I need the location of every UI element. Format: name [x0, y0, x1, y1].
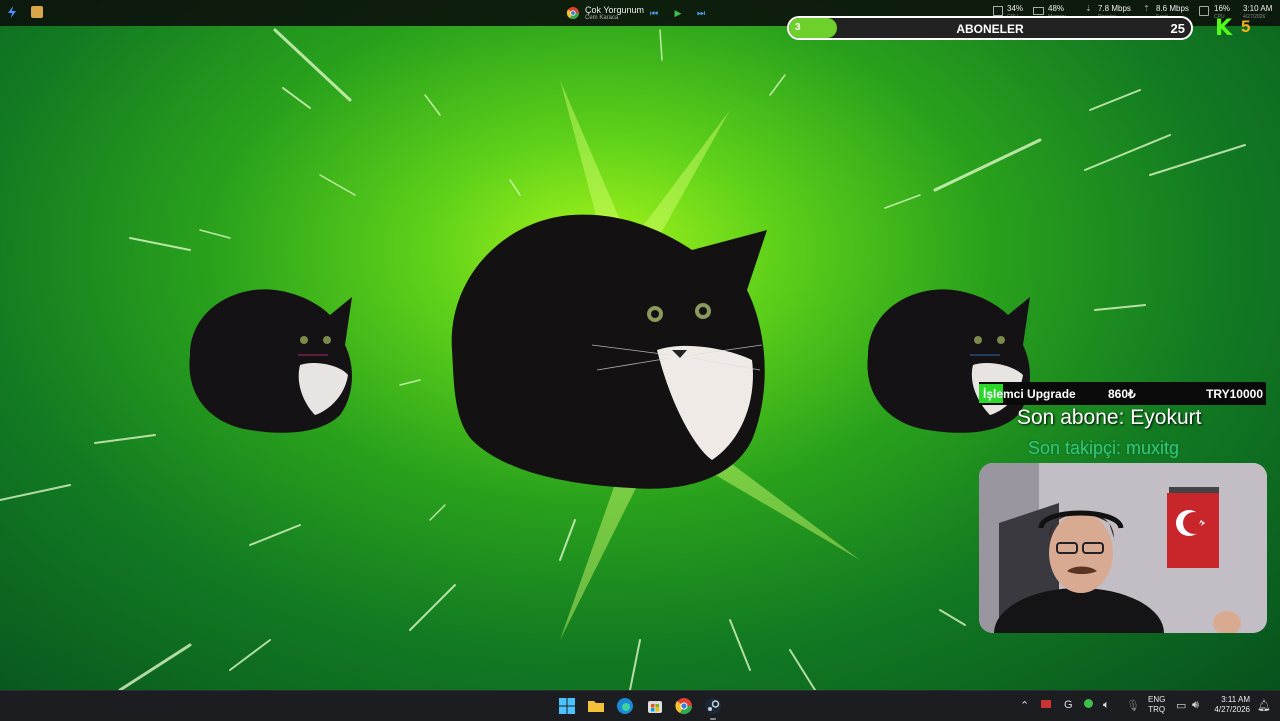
memory-icon	[1033, 7, 1044, 15]
subscriber-goal-title: ABONELER	[956, 22, 1024, 36]
steam-icon[interactable]	[703, 696, 723, 720]
kick-logo-icon: K	[1215, 16, 1233, 41]
kick-follower-count: 5	[1241, 17, 1251, 36]
streamer-webcam-image	[979, 463, 1267, 633]
volume-mixer-icon[interactable]: 🔈︎	[1103, 699, 1110, 712]
media-song-title: Çok Yorgunum	[585, 5, 645, 15]
tray-status-icon[interactable]	[1084, 699, 1093, 711]
webcam-feed	[979, 463, 1267, 633]
gpu-value: 34%	[1007, 4, 1024, 13]
taskbar-date: 4/27/2026	[1214, 705, 1250, 714]
notification-bell-icon[interactable]: 🔔︎	[1257, 699, 1271, 712]
last-subscriber: Son abone: Eyokurt	[1017, 406, 1202, 429]
app-tray-icon[interactable]	[31, 6, 43, 18]
file-explorer-icon[interactable]	[586, 696, 606, 716]
memory-value: 48%	[1048, 4, 1065, 13]
subscriber-goal-target: 25	[1170, 21, 1185, 36]
download-icon: ⇣	[1085, 4, 1092, 13]
tray-app-icon[interactable]	[1041, 699, 1051, 711]
play-icon[interactable]: ▶	[673, 8, 683, 19]
show-hidden-icons-chevron-icon[interactable]: ⌃	[1020, 699, 1029, 712]
ticker-goal: TRY10000	[1206, 387, 1263, 401]
receive-value: 7.8 Mbps	[1098, 4, 1131, 13]
chrome-icon[interactable]	[674, 696, 694, 716]
subscriber-goal-bar: 3 ABONELER 25	[787, 16, 1193, 40]
network-icon[interactable]: ▭	[1176, 699, 1186, 712]
cpu-icon	[1199, 6, 1209, 16]
cat-left	[189, 289, 352, 433]
media-artist: Cem Karaca	[585, 15, 619, 21]
donation-goal-ticker: İşlemci Upgrade 860₺ TRY10000	[979, 382, 1266, 405]
windows-taskbar: ⌃ G 🔈︎ 🎙︎ ENG TRQ ▭ 🔊︎ 3:11 AM 4/27/2026…	[0, 690, 1280, 721]
cat-right	[867, 289, 1030, 433]
store-icon[interactable]	[645, 696, 665, 716]
gpu-icon	[993, 6, 1003, 16]
bolt-icon[interactable]	[6, 6, 18, 18]
upload-icon: ⇡	[1143, 4, 1150, 13]
taskbar-clock[interactable]: 3:11 AM 4/27/2026	[1210, 695, 1250, 715]
ticker-item: İşlemci Upgrade	[983, 387, 1076, 401]
language-code: ENG	[1148, 695, 1166, 704]
language-indicator[interactable]: ENG TRQ	[1148, 695, 1165, 715]
microphone-icon[interactable]: 🎙︎	[1126, 699, 1140, 712]
cat-center	[451, 214, 767, 489]
tray-g-icon[interactable]: G	[1064, 699, 1073, 711]
taskbar-time: 3:11 AM	[1221, 695, 1250, 704]
send-value: 8.6 Mbps	[1156, 4, 1189, 13]
last-follower: Son takipçi: muxitg	[1028, 438, 1180, 458]
speaker-icon[interactable]: 🔊︎	[1192, 699, 1199, 712]
windows-icon[interactable]	[557, 696, 577, 716]
cpu-value: 16%	[1214, 4, 1231, 13]
chrome-icon	[567, 7, 579, 19]
ticker-amount: 860₺	[1108, 387, 1136, 401]
topbar-time: 3:10 AM	[1243, 4, 1273, 13]
previous-track-icon[interactable]: ⏮	[649, 8, 659, 19]
region-code: TRQ	[1148, 705, 1166, 714]
edge-icon[interactable]	[615, 696, 635, 716]
next-track-icon[interactable]: ⏭	[696, 8, 706, 19]
